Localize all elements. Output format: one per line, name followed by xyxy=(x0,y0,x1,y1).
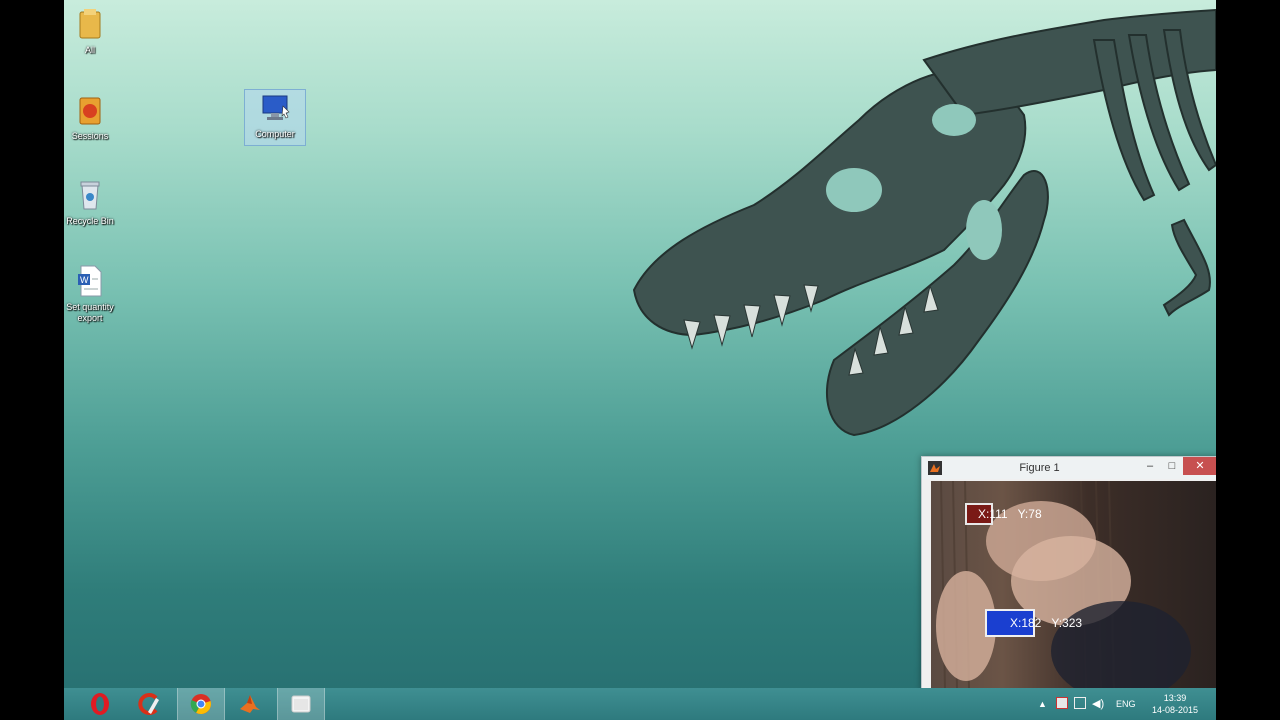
y-coordinate: Y:78 xyxy=(1017,507,1042,521)
desktop-icon-label: Computer xyxy=(255,129,295,139)
folder-icon xyxy=(72,92,108,128)
taskbar-app-camera-window[interactable] xyxy=(277,688,325,720)
taskbar-app-ccleaner[interactable] xyxy=(127,688,173,720)
clock-time: 13:39 xyxy=(1163,693,1187,703)
word-document-icon: W xyxy=(72,263,108,299)
x-coordinate: X:182 xyxy=(1010,616,1042,630)
taskbar-app-chrome[interactable] xyxy=(177,688,225,720)
maximize-button[interactable]: □ xyxy=(1161,457,1183,475)
taskbar-app-matlab[interactable] xyxy=(227,688,273,720)
close-button[interactable]: ✕ xyxy=(1183,457,1216,475)
desktop-icon-label-line2: export xyxy=(77,313,103,323)
opera-icon xyxy=(91,693,109,715)
svg-text:W: W xyxy=(80,275,89,285)
recycle-bin-icon xyxy=(72,177,108,213)
wallpaper-dinosaur-skeleton xyxy=(632,8,1216,437)
minimize-button[interactable]: – xyxy=(1139,457,1161,475)
desktop-icon-sessions[interactable]: Sessions xyxy=(64,92,120,142)
desktop-icon-computer[interactable]: Computer xyxy=(244,89,306,146)
desktop[interactable]: All Sessions Computer Recycle Bin W Set … xyxy=(64,0,1216,720)
folder-icon xyxy=(72,6,108,42)
camera-window-icon xyxy=(291,695,311,713)
clock-date: 14-08-2015 xyxy=(1151,705,1199,715)
desktop-icon-label: Recycle Bin xyxy=(66,216,114,226)
tracking-label-2: X:182 Y:323 xyxy=(1010,616,1082,630)
desktop-icon-label: Set quantity xyxy=(66,302,114,312)
show-hidden-icons-icon[interactable]: ▲ xyxy=(1038,699,1047,709)
action-center-flag-icon[interactable] xyxy=(1056,697,1068,709)
volume-icon[interactable]: ◀) xyxy=(1092,697,1104,710)
matlab-icon xyxy=(240,695,260,713)
x-coordinate: X:111 xyxy=(978,507,1008,521)
desktop-icon-all[interactable]: All xyxy=(64,6,120,56)
taskbar-app-opera[interactable] xyxy=(77,688,123,720)
y-coordinate: Y:323 xyxy=(1051,616,1083,630)
network-icon[interactable] xyxy=(1074,697,1086,709)
webcam-video-frame: X:111 Y:78 X:182 Y:323 xyxy=(931,481,1216,689)
ccleaner-icon xyxy=(138,693,159,715)
desktop-icon-label: Sessions xyxy=(71,131,109,141)
window-title: Figure 1 xyxy=(1019,462,1060,474)
tracking-label-1: X:111 Y:78 xyxy=(978,507,1042,521)
desktop-icon-recycle-bin[interactable]: Recycle Bin xyxy=(64,177,120,227)
figure-window[interactable]: Figure 1 – □ ✕ X:111 Y:78 X:182 Y:323 xyxy=(921,456,1216,690)
desktop-icon-label: All xyxy=(84,45,95,55)
chrome-icon xyxy=(190,694,211,715)
language-indicator[interactable]: ENG xyxy=(1116,699,1136,709)
desktop-icon-word-document[interactable]: W Set quantity export xyxy=(64,263,120,324)
clock[interactable]: 13:39 14-08-2015 xyxy=(1142,692,1208,716)
system-tray: ▲ ◀) ENG 13:39 14-08-2015 xyxy=(1032,688,1216,720)
window-titlebar[interactable]: Figure 1 – □ ✕ xyxy=(922,457,1216,479)
computer-icon xyxy=(257,90,293,126)
taskbar: ▲ ◀) ENG 13:39 14-08-2015 xyxy=(64,688,1216,720)
